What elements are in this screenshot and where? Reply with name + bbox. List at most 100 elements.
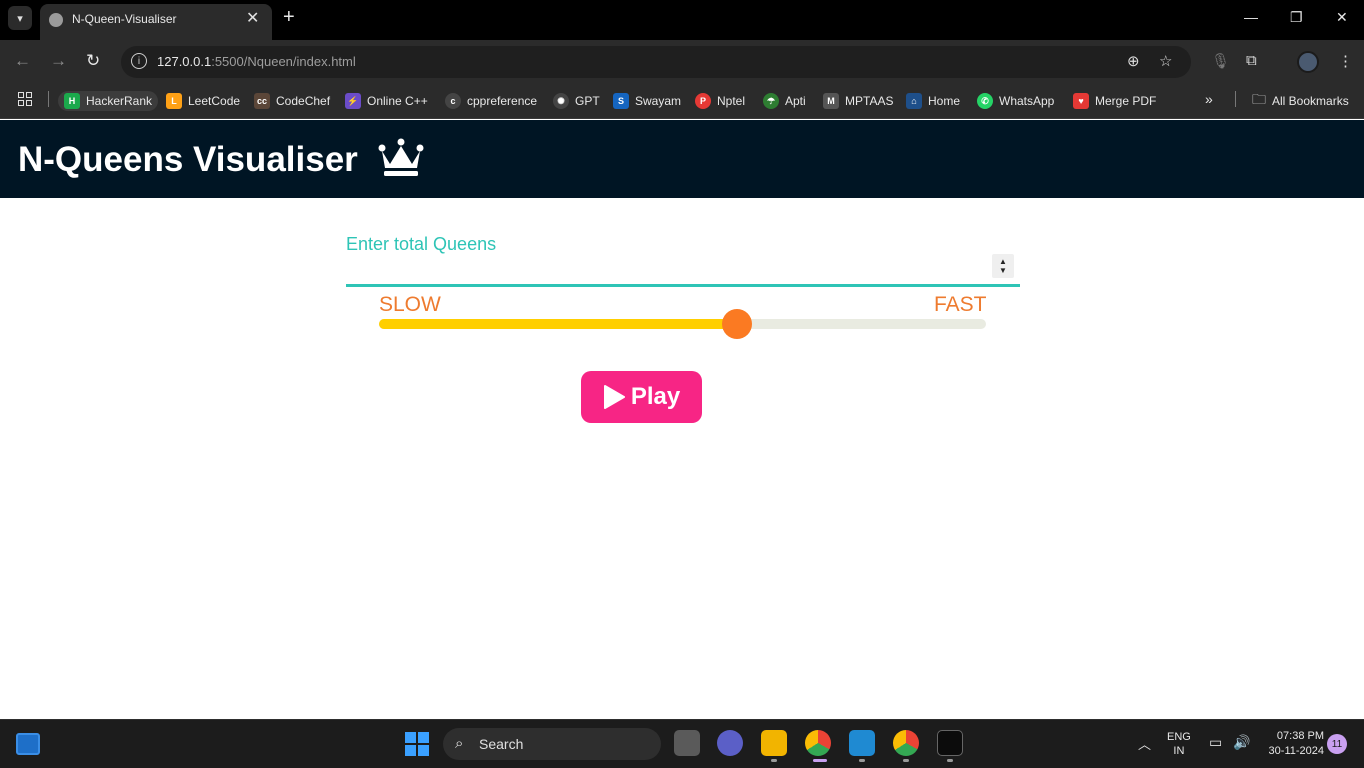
volume-icon[interactable]: 🔊 [1233,734,1250,751]
taskbar-search[interactable]: ⌕ Search [443,728,661,760]
bookmark-leetcode[interactable]: L LeetCode [166,91,240,111]
all-bookmarks-button[interactable]: 🗀 All Bookmarks [1252,91,1349,111]
notification-badge[interactable]: 11 [1327,734,1347,754]
clock-time: 07:38 PM [1276,730,1324,742]
bookmark-apti[interactable]: ☂ Apti [763,91,806,111]
running-indicator [859,759,865,762]
vscode-icon[interactable] [849,730,875,756]
bolt-icon: ⚡ [345,93,361,109]
bookmark-cppreference[interactable]: c cppreference [445,91,537,111]
windows-start-icon[interactable] [405,732,429,756]
chrome-icon[interactable] [805,730,831,756]
close-tab-icon[interactable]: ✕ [246,8,259,28]
reload-button[interactable]: ↻ [86,51,100,71]
active-indicator [813,759,827,762]
language-indicator[interactable]: ENG IN [1167,730,1191,758]
terminal-icon[interactable] [937,730,963,756]
bookmark-label: GPT [575,94,600,108]
speed-slow-label: SLOW [379,293,441,316]
tray-overflow-chevron-icon[interactable]: ︿ [1138,734,1151,753]
taskbar-search-label: Search [479,736,524,752]
codechef-icon: cc [254,93,270,109]
bookmark-nptel[interactable]: P Nptel [695,91,745,111]
leetcode-icon: L [166,93,182,109]
openai-icon: ✺ [553,93,569,109]
bookmark-label: Online C++ [367,94,428,108]
bookmark-hackerrank[interactable]: H HackerRank [58,91,159,111]
all-bookmarks-label: All Bookmarks [1272,94,1349,108]
home-icon: ⌂ [906,93,922,109]
bookmark-mptaas[interactable]: M MPTAAS [823,91,893,111]
restore-button[interactable]: ❐ [1290,9,1303,26]
running-indicator [947,759,953,762]
play-button-label: Play [630,383,681,410]
speed-slider[interactable] [379,309,986,339]
address-bar[interactable]: i 127.0.0.1:5500/Nqueen/index.html ⊕ ☆ [121,46,1191,78]
network-icon[interactable]: ▭ [1209,734,1222,751]
speed-slider-thumb[interactable] [722,309,753,339]
menu-kebab-icon[interactable]: ⋮ [1338,52,1353,70]
apti-icon: ☂ [763,93,779,109]
tab-title: N-Queen-Visualiser [72,12,177,26]
apps-grid-icon[interactable] [18,92,32,106]
play-icon [603,385,625,409]
forward-button[interactable]: → [50,51,67,71]
back-button[interactable]: ← [14,51,31,71]
bookmark-label: LeetCode [188,94,241,108]
browser-tabstrip: ▾ N-Queen-Visualiser ✕ + — ❐ ✕ [0,0,1364,40]
zoom-icon[interactable]: ⊕ [1127,52,1140,70]
whatsapp-icon: ✆ [977,93,993,109]
speed-slider-fill [379,319,738,329]
more-bookmarks-chevron-icon[interactable]: » [1205,91,1213,107]
bookmark-label: cppreference [467,94,538,108]
url-text[interactable]: 127.0.0.1:5500/Nqueen/index.html [157,54,356,69]
spinner-up-icon[interactable]: ▲ [999,257,1007,266]
file-explorer-icon[interactable] [761,730,787,756]
play-button[interactable]: Play [581,371,702,423]
bookmark-label: MPTAAS [845,94,894,108]
teams-chat-icon[interactable] [717,730,743,756]
bookmark-label: Apti [785,94,806,108]
bookmark-label: Home [928,94,961,108]
chrome-profile-icon[interactable] [893,730,919,756]
bookmarks-bar: H HackerRank L LeetCode cc CodeChef ⚡ On… [0,84,1364,119]
swayam-icon: S [613,93,629,109]
bookmark-online-cpp[interactable]: ⚡ Online C++ [345,91,428,111]
mptaas-icon: M [823,93,839,109]
bookmark-whatsapp[interactable]: ✆ WhatsApp [977,91,1054,111]
minimize-button[interactable]: — [1244,9,1258,25]
cppreference-icon: c [445,93,461,109]
new-tab-button[interactable]: + [283,6,295,29]
running-indicator [903,759,909,762]
folder-icon: 🗀 [1252,91,1266,107]
bookmark-merge-pdf[interactable]: ♥ Merge PDF [1073,91,1156,111]
taskbar-clock[interactable]: 07:38 PM 30-11-2024 [1262,729,1324,759]
hackerrank-icon: H [64,93,80,109]
bookmark-codechef[interactable]: cc CodeChef [254,91,330,111]
number-spinner[interactable]: ▲ ▼ [992,254,1014,278]
page-header: N-Queens Visualiser [0,120,1364,198]
bookmark-home[interactable]: ⌂ Home [906,91,960,111]
bookmarks-divider [1235,91,1236,107]
globe-icon [49,13,63,27]
tab-active[interactable]: N-Queen-Visualiser ✕ [40,4,272,40]
tab-search-button[interactable]: ▾ [8,6,32,30]
bookmark-label: CodeChef [276,94,331,108]
extensions-icon[interactable]: ⧉ [1246,52,1257,69]
page-title: N-Queens Visualiser [18,140,358,179]
profile-avatar[interactable] [1297,51,1319,73]
bookmark-star-icon[interactable]: ☆ [1159,52,1172,70]
queens-number-input[interactable] [346,252,1020,287]
widgets-icon[interactable] [16,733,40,755]
close-window-button[interactable]: ✕ [1336,9,1348,26]
bookmark-gpt[interactable]: ✺ GPT [553,91,600,111]
bookmark-label: Swayam [635,94,682,108]
site-info-icon[interactable]: i [131,53,147,69]
browser-toolbar: ← → ↻ i 127.0.0.1:5500/Nqueen/index.html… [0,40,1364,84]
crown-icon [378,138,424,176]
bookmark-swayam[interactable]: S Swayam [613,91,681,111]
task-view-icon[interactable] [674,730,700,756]
microphone-icon[interactable]: 🎙 [1211,52,1230,70]
spinner-down-icon[interactable]: ▼ [999,266,1007,275]
region-code: IN [1173,745,1185,757]
